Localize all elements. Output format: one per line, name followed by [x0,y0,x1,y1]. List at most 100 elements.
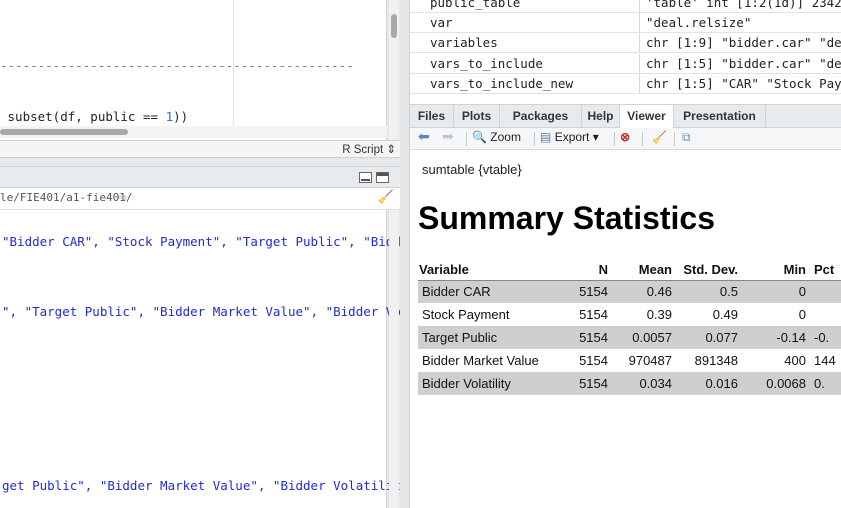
env-var-value: 'table' int [1:2(1d)] 2342 4 [646,0,841,10]
file-type-selector[interactable]: R Script ⇕ [342,142,396,156]
back-arrow-icon[interactable]: ⬅ [418,128,430,145]
maximize-icon[interactable] [376,172,389,183]
toolbar-divider [534,132,535,146]
env-column-divider [639,74,640,93]
tab-presentation[interactable]: Presentation [674,105,766,128]
summary-heading: Summary Statistics [418,200,716,236]
cell: Bidder Market Value [422,353,539,368]
console-path-bar: le/FIE401/a1-fie401/ ⇨ 🧹 [0,188,400,210]
zoom-button[interactable]: 🔍 Zoom [472,130,521,144]
editor-vscroll-thumb[interactable] [391,14,397,38]
cell [810,303,841,326]
cell: 5154 [579,307,608,322]
zoom-label: Zoom [490,130,521,144]
env-var-value: chr [1:5] "bidder.car" "deal [646,56,841,71]
console-output[interactable]: "Bidder CAR", "Stock Payment", "Target P… [0,210,401,508]
working-directory[interactable]: le/FIE401/a1-fie401/ [0,191,132,204]
tab-plots[interactable]: Plots [454,105,500,128]
console-line: ", "Target Public", "Bidder Market Value… [2,304,401,319]
env-column-divider [639,54,640,73]
minimize-icon[interactable] [359,172,372,183]
cell: 0.034 [612,372,676,395]
table-row: Bidder Market Value 5154 970487 891348 4… [418,349,841,372]
clear-all-broom-icon[interactable]: 🧹 [652,130,667,144]
zoom-icon: 🔍 [472,130,487,144]
editor-hscroll-thumb[interactable] [0,129,128,135]
env-row[interactable]: public_table 'table' int [1:2(1d)] 2342 … [410,0,841,13]
cell: -0.14 [742,326,810,349]
viewer-toolbar: ⬅ ➡ 🔍 Zoom ▤ Export ▾ ⊗ 🧹 ⧉ [410,128,841,150]
code-text: subset(df, public == [0,109,166,124]
viewer-content: sumtable {vtable} Summary Statistics Var… [410,150,841,508]
cell [810,280,841,303]
cell: 5154 [568,372,612,395]
toolbar-divider [614,132,615,146]
cell: Bidder CAR [418,280,568,303]
cell: 0.46 [612,280,676,303]
code-comment-line: ----------------------------------------… [0,58,354,73]
editor-hscrollbar[interactable] [0,126,387,138]
env-var-value: "deal.relsize" [646,15,752,30]
console-line: get Public", "Bidder Market Value", "Bid… [2,478,401,493]
cell: 970487 [628,353,672,368]
remove-viewer-icon[interactable]: ⊗ [620,130,630,144]
export-button[interactable]: ▤ Export ▾ [540,130,599,144]
source-editor[interactable]: ----------------------------------------… [0,0,387,140]
env-column-divider [639,33,640,52]
table-row: Bidder CAR 5154 0.46 0.5 0 [418,280,841,303]
table-row: Bidder Volatility 5154 0.034 0.016 0.006… [418,372,841,395]
col-header-n: N [568,260,612,281]
cell: 0.49 [712,307,738,322]
clear-console-icon[interactable]: 🧹 [378,190,394,205]
env-var-value: chr [1:9] "bidder.car" "deal [646,35,841,50]
cell: 0.0057 [612,326,676,349]
cell: 0.0068 [742,372,810,395]
cell: 144 [814,353,836,368]
tab-files[interactable]: Files [410,105,454,128]
code-line-subset: subset(df, public == 1)) [0,109,189,124]
table-row: Stock Payment 5154 0.39 0.49 0 [418,303,841,326]
cell: 0.016 [676,372,742,395]
cell: 5154 [568,326,612,349]
forward-arrow-icon[interactable]: ➡ [442,128,454,145]
cell: Stock Payment [422,307,510,322]
cell: 0 [742,280,810,303]
cell: 891348 [694,353,738,368]
toolbar-divider [674,132,675,146]
env-row[interactable]: variables chr [1:9] "bidder.car" "deal [410,33,841,53]
env-var-name: var [430,15,453,30]
env-row[interactable]: vars_to_include_new chr [1:5] "CAR" "Sto… [410,74,841,94]
code-text-end: )) [173,109,189,124]
console-vscrollbar[interactable] [389,210,399,508]
cell: 400 [784,353,806,368]
col-header-variable: Variable [418,260,568,281]
env-column-divider [639,0,640,12]
editor-statusbar: R Script ⇕ [0,140,400,158]
left-panes: ----------------------------------------… [0,0,401,508]
tab-help[interactable]: Help [582,105,620,128]
toolbar-divider [466,132,467,146]
col-header-min: Min [742,260,810,281]
env-row[interactable]: vars_to_include chr [1:5] "bidder.car" "… [410,54,841,74]
right-panes: public_table 'table' int [1:2(1d)] 2342 … [409,0,841,508]
console-header [0,166,400,188]
cell: 5154 [568,280,612,303]
tab-packages[interactable]: Packages [500,105,582,128]
env-var-name: vars_to_include [430,56,543,71]
env-column-divider [639,13,640,32]
table-header-row: Variable N Mean Std. Dev. Min Pct [418,260,841,281]
editor-vscrollbar[interactable] [389,0,399,140]
pane-tabs: Files Plots Packages Help Viewer Present… [410,104,841,129]
cell: -0. [810,326,841,349]
col-header-pct: Pct [810,260,841,281]
table-row: Target Public 5154 0.0057 0.077 -0.14 -0… [418,326,841,349]
popout-window-icon[interactable]: ⧉ [682,130,691,145]
export-icon: ▤ [540,130,552,144]
summary-table: Variable N Mean Std. Dev. Min Pct Bidder… [418,260,841,395]
env-var-name: public_table [430,0,521,10]
cell: Bidder Volatility [418,372,568,395]
tab-viewer[interactable]: Viewer [620,105,674,129]
env-row[interactable]: var "deal.relsize" [410,13,841,33]
cell: 0. [810,372,841,395]
goto-directory-icon[interactable]: ⇨ [118,191,127,204]
